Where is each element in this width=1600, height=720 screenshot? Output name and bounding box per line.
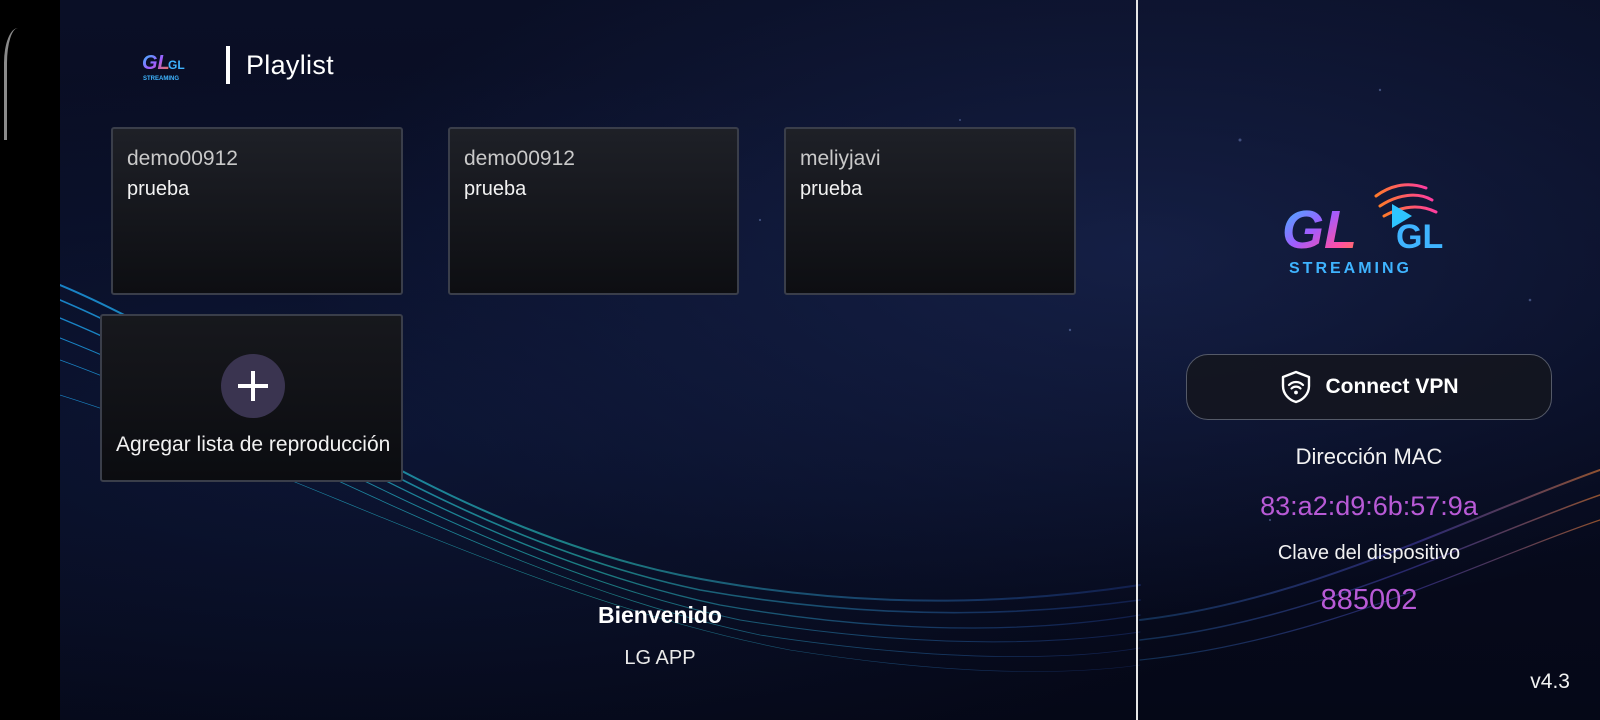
gl-streaming-logo: GL GL STREAMING: [142, 52, 185, 82]
gl-streaming-logo: GL GL STREAMING: [1282, 183, 1443, 277]
playlist-card-3[interactable]: meliyjavi prueba: [784, 127, 1076, 295]
svg-text:STREAMING: STREAMING: [1289, 260, 1412, 277]
playlist-subtitle: prueba: [127, 178, 190, 200]
mac-address-label: Dirección MAC: [1295, 444, 1443, 469]
panel-divider: [1136, 0, 1138, 720]
welcome-title: Bienvenido: [598, 602, 722, 628]
playlist-subtitle: prueba: [800, 178, 863, 200]
header: GL GL STREAMING Playlist: [140, 40, 334, 90]
add-playlist-label: Agregar lista de reproducción: [116, 433, 391, 456]
shield-wifi-icon: [1282, 370, 1311, 404]
connect-vpn-label: Connect VPN: [1325, 375, 1459, 398]
add-playlist-button[interactable]: Agregar lista de reproducción: [100, 314, 403, 482]
svg-text:GL: GL: [1396, 218, 1443, 256]
page-title: Playlist: [246, 49, 334, 80]
playlist-name: meliyjavi: [800, 147, 881, 170]
connect-vpn-button[interactable]: Connect VPN: [1186, 354, 1552, 420]
welcome-subtitle: LG APP: [624, 647, 696, 669]
playlist-name: demo00912: [127, 147, 238, 170]
app-version: v4.3: [1530, 670, 1570, 693]
svg-text:GL: GL: [1282, 200, 1357, 260]
playlist-card-2[interactable]: demo00912 prueba: [448, 127, 739, 295]
mac-address-value: 83:a2:d9:6b:57:9a: [1260, 491, 1478, 521]
playlist-card-1[interactable]: demo00912 prueba: [111, 127, 403, 295]
edge-panel-handle[interactable]: [4, 28, 18, 140]
device-key-label: Clave del dispositivo: [1277, 542, 1461, 564]
header-divider: [226, 46, 230, 84]
playlist-name: demo00912: [464, 147, 575, 170]
playlist-subtitle: prueba: [464, 178, 527, 200]
svg-text:GL: GL: [142, 52, 170, 74]
svg-text:GL: GL: [168, 58, 185, 72]
device-key-value: 885002: [1320, 584, 1418, 616]
plus-icon: [221, 354, 285, 418]
svg-text:STREAMING: STREAMING: [143, 76, 179, 82]
